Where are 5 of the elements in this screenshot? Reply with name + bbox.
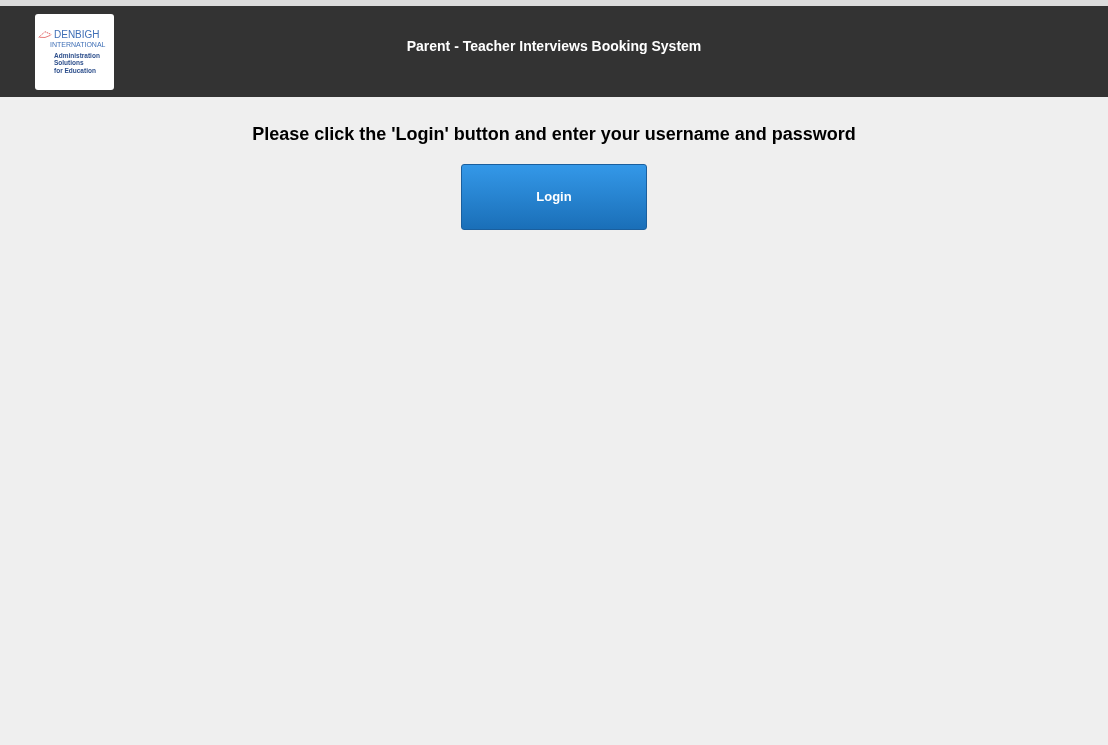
logo-text: DENBIGH — [54, 28, 100, 40]
instruction-text: Please click the 'Login' button and enter your username and password — [251, 123, 857, 146]
page-title: Parent - Teacher Interviews Booking System — [405, 37, 703, 56]
logo-icon — [38, 29, 52, 39]
login-button[interactable]: Login — [461, 164, 647, 230]
